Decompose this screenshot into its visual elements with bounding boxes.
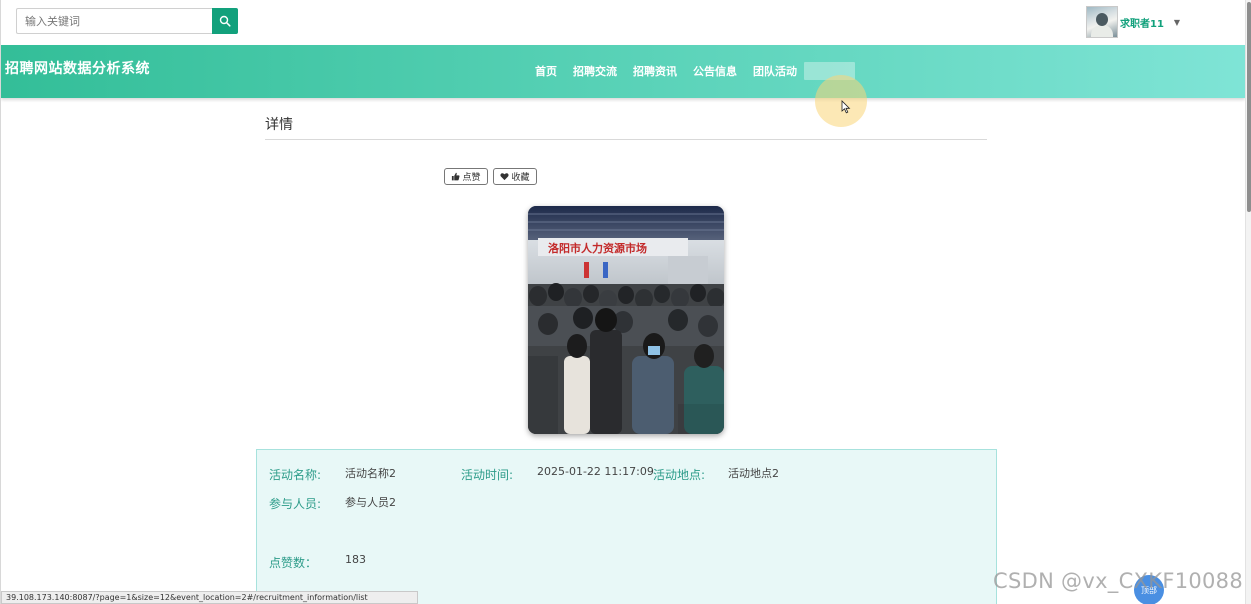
activity-place-value: 活动地点2 [728,467,779,480]
thumbs-up-icon [452,172,460,181]
favorite-button[interactable]: 收藏 [493,168,537,185]
activity-name-label: 活动名称: [269,468,322,482]
activity-photo: 洛阳市人力资源市场 [528,206,724,434]
nav-item-announcements[interactable]: 公告信息 [693,63,737,79]
watermark: CSDN @vx_CXKF10088 [993,569,1244,593]
search-input[interactable] [16,8,212,34]
page: 求职者11 ▼ 招聘网站数据分析系统 首页 招聘交流 招聘资讯 公告信息 团队活… [0,0,1251,604]
nav-item-home[interactable]: 首页 [535,63,557,79]
header-banner: 招聘网站数据分析系统 首页 招聘交流 招聘资讯 公告信息 团队活动 [1,45,1245,98]
user-menu[interactable]: 求职者11 ▼ [1086,6,1180,38]
nav-item-recruitment-news[interactable]: 招聘资讯 [633,63,677,79]
divider [265,139,987,140]
status-bar-url: 39.108.173.140:8087/?page=1&size=12&even… [1,591,418,604]
photo-scene: 洛阳市人力资源市场 [528,206,724,434]
participants-value: 参与人员2 [345,496,396,509]
username[interactable]: 求职者11 [1120,15,1164,30]
nav-item-team-activities[interactable]: 团队活动 [753,63,797,79]
heart-icon [500,173,510,181]
search-button[interactable] [212,8,238,34]
likes-count-value: 183 [345,553,366,566]
top-bar: 求职者11 ▼ [1,0,1245,45]
activity-name-value: 活动名称2 [345,467,396,480]
detail-title: 详情 [265,117,293,133]
nav-item-recruitment-exchange[interactable]: 招聘交流 [573,63,617,79]
vertical-scrollbar[interactable] [1245,0,1251,604]
caret-down-icon[interactable]: ▼ [1174,18,1180,27]
like-label: 点赞 [462,173,481,183]
photo-banner: 洛阳市人力资源市场 [548,241,647,255]
search-icon [219,15,231,27]
likes-count-label: 点赞数： [269,556,318,570]
user-avatar[interactable] [1086,6,1118,38]
activity-time-label: 活动时间: [461,468,514,482]
activity-time-value: 2025-01-22 11:17:09 [537,465,654,478]
main-nav: 首页 招聘交流 招聘资讯 公告信息 团队活动 [535,63,813,79]
activity-place-label: 活动地点: [653,468,706,482]
scrollbar-thumb[interactable] [1247,2,1251,212]
favorite-label: 收藏 [511,173,530,183]
participants-label: 参与人员: [269,497,322,511]
like-button[interactable]: 点赞 [444,168,488,185]
site-title: 招聘网站数据分析系统 [5,61,150,77]
activity-info-panel: 活动名称: 活动名称2 活动时间: 2025-01-22 11:17:09 活动… [256,449,997,604]
mouse-cursor-icon [841,100,851,114]
